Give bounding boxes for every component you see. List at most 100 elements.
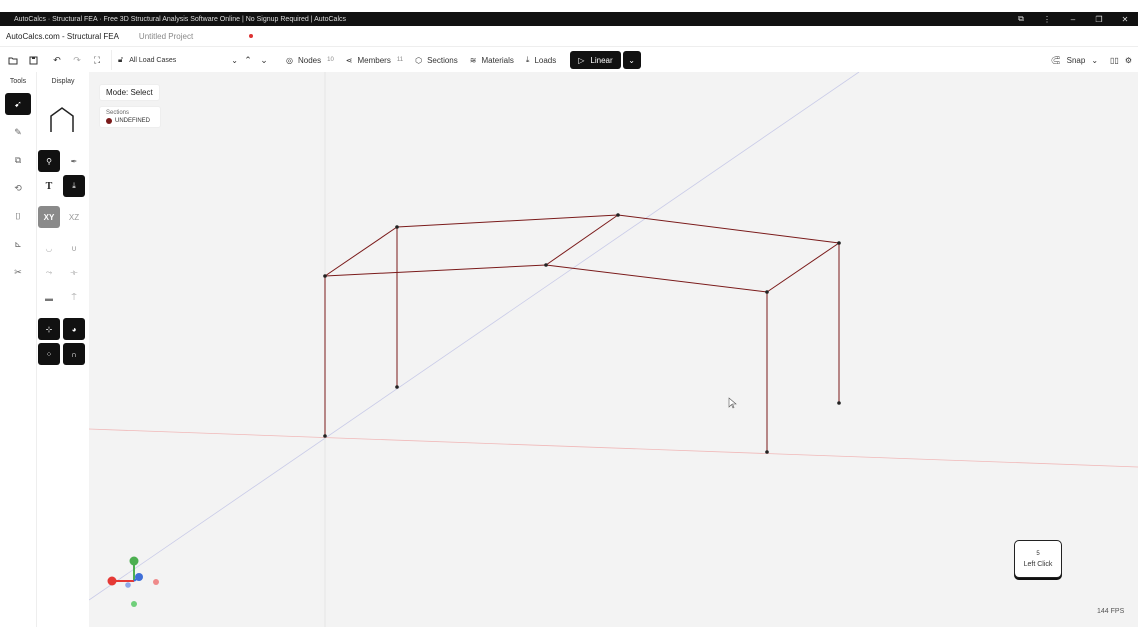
node[interactable]	[837, 241, 841, 245]
ruler-icon: ⊾	[14, 238, 22, 249]
moment-button[interactable]: ∪	[63, 237, 85, 259]
rotate-icon: ⟲	[14, 182, 22, 193]
loads-display-button[interactable]: ⤓	[63, 175, 85, 197]
node-display-button[interactable]: ⚲	[38, 150, 60, 172]
frame-preview-icon	[50, 107, 74, 132]
labels-display-button[interactable]: T	[38, 175, 60, 197]
axis-y-handle[interactable]	[129, 556, 139, 566]
cut-tool-button[interactable]: ✂	[5, 261, 31, 283]
gear-icon[interactable]: ⚙	[1125, 56, 1132, 65]
load-case-value: All Load Cases	[129, 56, 177, 64]
node[interactable]	[765, 450, 769, 454]
axis-x-handle[interactable]	[107, 576, 117, 586]
3d-viewport[interactable]	[89, 72, 1138, 627]
shear-button[interactable]: ⤳	[38, 262, 60, 284]
open-folder-icon[interactable]	[3, 50, 23, 70]
plane-xz-button[interactable]: XZ	[63, 206, 85, 228]
sections-legend: Sections UNDEFINED	[99, 106, 161, 128]
save-icon[interactable]	[23, 50, 43, 70]
measure-tool-button[interactable]: ⊾	[5, 233, 31, 255]
view-gizmo[interactable]	[107, 556, 160, 608]
minimize-button[interactable]: –	[1060, 15, 1086, 24]
plane-xz-label: XZ	[68, 212, 80, 222]
plane-xy-label: XY	[43, 212, 55, 222]
member[interactable]	[396, 214, 619, 228]
globe-icon: ◕	[71, 324, 77, 334]
axial-icon: ⟛	[70, 268, 78, 277]
extensions-icon[interactable]: ⧉	[1008, 14, 1034, 24]
members-tool[interactable]: ⋖ Members 11	[346, 56, 403, 65]
window-titlebar: AutoCalcs · Structural FEA · Free 3D Str…	[0, 12, 1138, 26]
member[interactable]	[545, 264, 768, 293]
support-display-button[interactable]: ⍑	[63, 287, 85, 309]
arch-icon: ∩	[71, 349, 77, 359]
plane-xy-button[interactable]: XY	[38, 206, 60, 228]
axis-neg-x-handle[interactable]	[153, 579, 159, 585]
redo-icon[interactable]: ↷	[67, 50, 87, 70]
more-icon[interactable]: ⋮	[1034, 15, 1060, 24]
section-item-label: UNDEFINED	[115, 118, 151, 124]
bottom-margin	[0, 627, 1138, 640]
deflection-button[interactable]: ◡	[38, 237, 60, 259]
probe-display-button[interactable]: ✒	[63, 150, 85, 172]
display-panel: Display ⚲ ✒ T ⤓ XY XZ ◡ ∪ ⤳ ⟛ ▬ ⍑ ⊹ ◕ ⁘ …	[37, 72, 89, 627]
axial-button[interactable]: ⟛	[63, 262, 85, 284]
draw-tool-button[interactable]: ✎	[5, 121, 31, 143]
arch-display-button[interactable]: ∩	[63, 343, 85, 365]
node[interactable]	[616, 213, 620, 217]
axes-display-button[interactable]: ⊹	[38, 318, 60, 340]
render-display-button[interactable]: ◕	[63, 318, 85, 340]
shear-icon: ⤳	[45, 268, 53, 277]
nodes-tool[interactable]: ◎ Nodes 10	[286, 56, 334, 65]
model-view[interactable]	[89, 72, 1138, 627]
members-label: Members	[357, 55, 391, 65]
close-button[interactable]: ✕	[1112, 15, 1138, 24]
node[interactable]	[395, 225, 399, 229]
axis-neg-y-handle[interactable]	[131, 601, 137, 607]
member[interactable]	[766, 242, 840, 293]
chevron-down-icon: ⌄	[628, 55, 635, 65]
node[interactable]	[323, 274, 327, 278]
nodes-display-button[interactable]: ⁘	[38, 343, 60, 365]
undo-icon[interactable]: ↶	[47, 50, 67, 70]
snap-button[interactable]: Snap	[1067, 56, 1086, 65]
run-analysis-button[interactable]: ▷ Linear	[570, 51, 621, 69]
right-toolbar: 🧲︎ Snap ⌄ ▯▯ ⚙	[1050, 48, 1132, 72]
member[interactable]	[545, 214, 619, 266]
magnet-icon: 🧲︎	[1050, 55, 1061, 65]
select-tool-button[interactable]: ➹	[5, 93, 31, 115]
maximize-button[interactable]: ❐	[1086, 15, 1112, 24]
book-icon[interactable]: ▯▯	[1110, 56, 1119, 65]
member[interactable]	[617, 214, 840, 244]
materials-tool[interactable]: ≋ Materials	[470, 56, 514, 65]
chevron-down-icon[interactable]: ⌄	[1091, 56, 1098, 65]
project-name[interactable]: Untitled Project	[139, 32, 193, 41]
cube-icon: ⬡	[415, 55, 423, 65]
member[interactable]	[324, 264, 547, 277]
analysis-label: Linear	[590, 55, 613, 65]
play-icon: ▷	[578, 55, 585, 65]
node[interactable]	[395, 385, 399, 389]
bend-icon: ∪	[71, 243, 77, 253]
axis-z-handle[interactable]	[135, 573, 143, 581]
analysis-dropdown-button[interactable]: ⌄	[622, 51, 641, 69]
copy-tool-button[interactable]: ⧉	[5, 149, 31, 171]
load-case-select[interactable]: 🔓︎ All Load Cases ⌄	[111, 50, 238, 70]
member[interactable]	[324, 226, 398, 277]
mirror-tool-button[interactable]: ⌷	[5, 205, 31, 227]
axis-neg-z-handle[interactable]	[125, 582, 131, 588]
tools-sidebar: Tools ➹ ✎ ⧉ ⟲ ⌷ ⊾ ✂	[0, 72, 37, 627]
hint-action: Left Click	[1023, 560, 1053, 568]
node[interactable]	[837, 401, 841, 405]
arrow-down-icon: ⤓	[72, 181, 76, 190]
rotate-tool-button[interactable]: ⟲	[5, 177, 31, 199]
node[interactable]	[544, 263, 548, 267]
node[interactable]	[765, 290, 769, 294]
section-display-button[interactable]: ▬	[38, 287, 60, 309]
sections-tool[interactable]: ⬡ Sections	[415, 56, 458, 65]
legend-item: UNDEFINED	[106, 118, 154, 124]
node[interactable]	[323, 434, 327, 438]
loads-tool[interactable]: ⤓ Loads	[526, 55, 556, 65]
chevron-down-icon[interactable]: ⌄	[254, 50, 274, 70]
fit-view-icon[interactable]: ⛶	[87, 50, 107, 70]
